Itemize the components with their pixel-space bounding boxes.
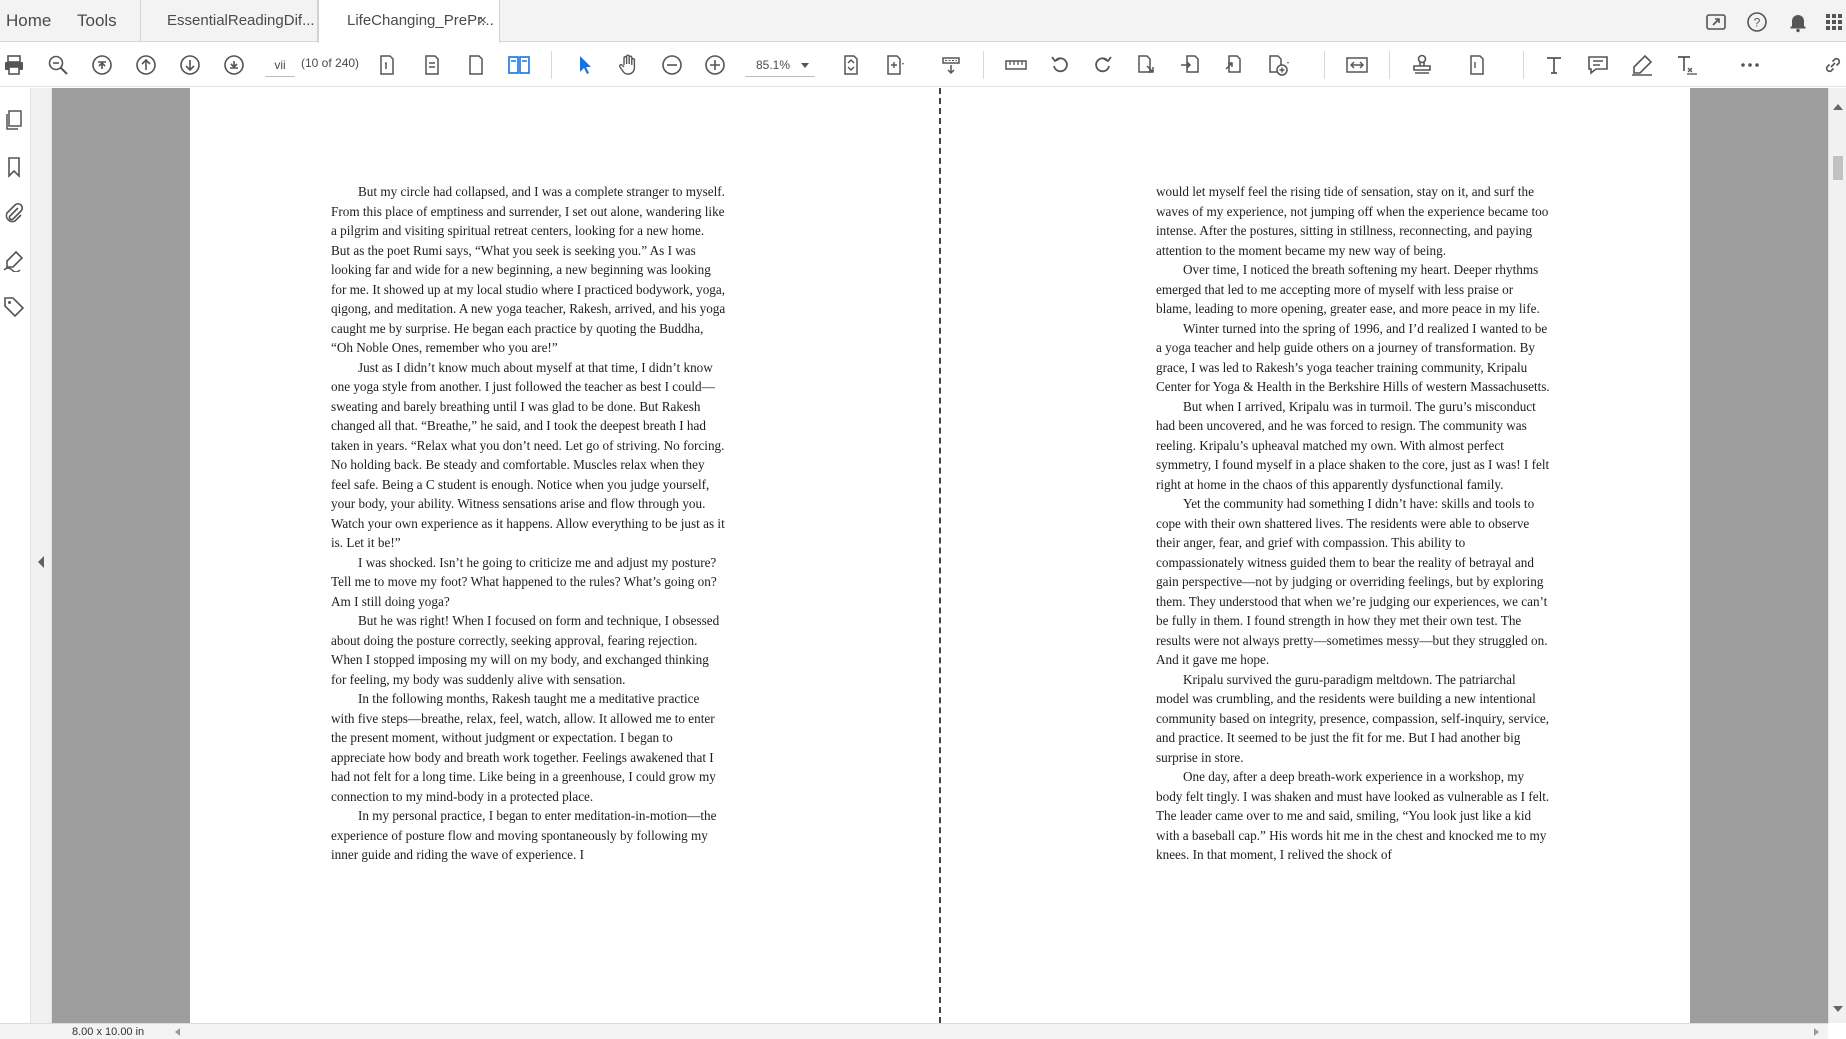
notifications-bell-icon[interactable] (1786, 10, 1810, 34)
right-page-text: would let myself feel the rising tide of… (1156, 182, 1551, 865)
single-page-icon[interactable] (375, 53, 399, 77)
comment-icon[interactable] (1586, 53, 1610, 77)
vertical-scrollbar[interactable] (1828, 88, 1846, 1023)
paragraph: Yet the community had something I didn’t… (1156, 496, 1548, 667)
svg-text:?: ? (1754, 16, 1761, 30)
paragraph: Kripalu survived the guru-paradigm meltd… (1156, 671, 1550, 765)
first-page-icon[interactable] (90, 53, 114, 77)
compare-icon[interactable] (1345, 53, 1369, 77)
fit-page-icon[interactable] (839, 53, 863, 77)
tags-icon[interactable] (2, 295, 26, 319)
zoom-out-icon[interactable] (660, 53, 684, 77)
toolbar: vii (10 of 240) 85.1% (0, 43, 1846, 111)
scroll-up-icon[interactable] (1833, 104, 1843, 110)
prev-page-icon[interactable] (134, 53, 158, 77)
scroll-mode-icon[interactable] (939, 53, 963, 77)
attach-file-icon[interactable] (1465, 53, 1489, 77)
paragraph: But when I arrived, Kripalu was in turmo… (1156, 398, 1550, 492)
page-spread: But my circle had collapsed, and I was a… (190, 88, 1690, 1023)
stamp-icon[interactable] (1410, 53, 1434, 77)
page-count-label: (10 of 240) (301, 56, 360, 70)
home-nav[interactable]: Home (6, 0, 51, 42)
scrollbar-thumb[interactable] (1833, 156, 1843, 180)
status-bar-left (0, 1023, 52, 1039)
left-panel-rail (0, 88, 30, 1039)
zoom-level-value: 85.1% (756, 58, 791, 72)
hand-icon[interactable] (616, 53, 640, 77)
replace-icon[interactable] (1222, 53, 1246, 77)
tab-essential-reading[interactable]: EssentialReadingDif... (140, 0, 318, 42)
select-arrow-icon[interactable] (573, 53, 597, 77)
zoom-level-select[interactable]: 85.1% (745, 53, 815, 77)
document-viewer[interactable]: But my circle had collapsed, and I was a… (52, 88, 1828, 1023)
insert-icon[interactable] (1178, 53, 1202, 77)
left-page-text: But my circle had collapsed, and I was a… (331, 182, 726, 865)
page-size-label: 8.00 x 10.00 in (72, 1026, 145, 1038)
tools-nav[interactable]: Tools (77, 0, 117, 42)
help-icon[interactable]: ? (1745, 10, 1769, 34)
marquee-zoom-icon[interactable] (882, 53, 906, 77)
text-edit-icon[interactable] (1675, 53, 1699, 77)
paragraph: would let myself feel the rising tide of… (1156, 184, 1549, 258)
tab-label: LifeChanging_PrePr... (347, 12, 494, 29)
horizontal-scrollbar[interactable]: 8.00 x 10.00 in (52, 1023, 1828, 1039)
tab-bar: Home Tools EssentialReadingDif... LifeCh… (0, 0, 1846, 43)
chevron-down-icon (801, 63, 809, 68)
toolbar-divider (1389, 51, 1390, 79)
toolbar-divider (1324, 51, 1325, 79)
signature-icon[interactable] (2, 248, 26, 273)
scroll-right-icon[interactable] (1814, 1028, 1819, 1036)
page-number-input[interactable]: vii (265, 53, 295, 77)
rotate-left-icon[interactable] (1048, 53, 1072, 77)
tab-life-changing[interactable]: LifeChanging_PrePr... × (318, 0, 500, 43)
share-screen-icon[interactable] (1704, 10, 1728, 34)
toolbar-divider (551, 51, 552, 79)
paragraph: In the following months, Rakesh taught m… (331, 691, 716, 804)
tab-label: EssentialReadingDif... (167, 12, 315, 29)
paragraph: Winter turned into the spring of 1996, a… (1156, 320, 1550, 395)
scroll-page-icon[interactable] (420, 53, 444, 77)
pages-panel-icon[interactable] (2, 108, 26, 132)
text-tool-icon[interactable] (1542, 53, 1566, 77)
scroll-down-icon[interactable] (1833, 1006, 1843, 1012)
paragraph: Over time, I noticed the breath softenin… (1156, 262, 1540, 316)
link-icon[interactable] (1821, 53, 1845, 77)
more-icon[interactable] (1738, 53, 1762, 77)
create-icon[interactable] (1266, 53, 1290, 77)
scroll-left-icon[interactable] (175, 1028, 180, 1036)
toolbar-divider (1523, 51, 1524, 79)
page-icon[interactable] (464, 53, 488, 77)
paragraph: One day, after a deep breath-work experi… (1156, 769, 1550, 862)
toolbar-divider (983, 51, 984, 79)
page-divider (939, 88, 941, 1023)
last-page-icon[interactable] (222, 53, 246, 77)
attachment-icon[interactable] (2, 201, 26, 225)
zoom-in-icon[interactable] (703, 53, 727, 77)
extract-icon[interactable] (1134, 53, 1158, 77)
paragraph: In my personal practice, I began to ente… (331, 808, 717, 862)
apps-grid-icon[interactable] (1822, 10, 1846, 34)
rotate-right-icon[interactable] (1091, 53, 1115, 77)
collapse-panel-arrow-icon[interactable] (38, 556, 44, 568)
bookmark-icon[interactable] (2, 155, 26, 179)
paragraph: I was shocked. Isn’t he going to critici… (331, 554, 717, 609)
paragraph: Just as I didn’t know much about myself … (331, 359, 725, 551)
close-tab-icon[interactable]: × (478, 0, 487, 42)
two-page-icon[interactable] (507, 53, 531, 77)
measure-icon[interactable] (1004, 53, 1028, 77)
zoom-out-search-icon[interactable] (46, 53, 70, 77)
next-page-icon[interactable] (178, 53, 202, 77)
print-icon[interactable] (2, 53, 26, 77)
paragraph: But he was right! When I focused on form… (331, 613, 720, 687)
highlight-icon[interactable] (1630, 53, 1654, 77)
paragraph: But my circle had collapsed, and I was a… (331, 184, 726, 355)
